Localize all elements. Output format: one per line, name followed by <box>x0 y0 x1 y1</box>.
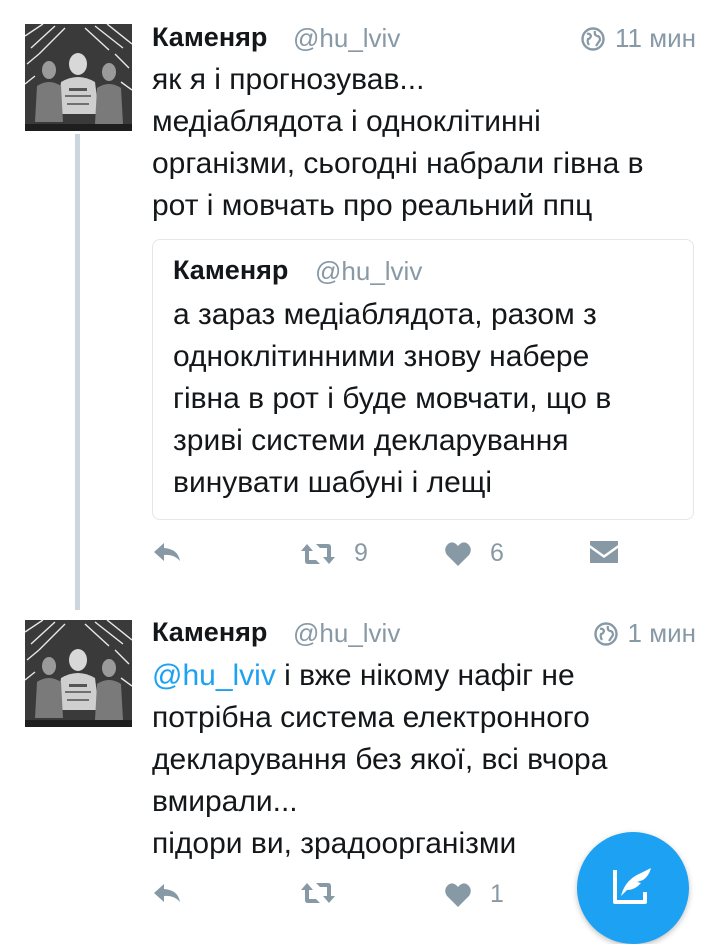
reply-icon <box>152 880 182 906</box>
reply-icon <box>152 539 182 565</box>
like-count: 6 <box>490 539 504 567</box>
tweet-header: Каменяр @hu_lviv 1 мин <box>152 617 696 651</box>
thread-connector-line <box>75 134 80 610</box>
compose-tweet-icon <box>611 866 655 911</box>
globe-icon <box>581 26 605 51</box>
retweet-button[interactable]: 9 <box>300 539 368 568</box>
reply-button[interactable] <box>152 880 182 906</box>
author-handle[interactable]: @hu_lviv <box>293 618 400 649</box>
retweet-button[interactable] <box>300 880 336 906</box>
tweet-timestamp[interactable]: 11 мин <box>581 23 696 54</box>
author-name[interactable]: Каменяр <box>152 22 267 53</box>
globe-icon <box>593 621 618 646</box>
quoted-author-name: Каменяр <box>173 255 289 285</box>
tweet-header: Каменяр @hu_lviv 11 мин <box>152 22 696 56</box>
author-handle[interactable]: @hu_lviv <box>293 23 400 54</box>
time-label: 1 мин <box>627 618 696 648</box>
tweet-actions: 1 <box>152 880 622 920</box>
tweet-actions: 9 6 <box>152 539 622 579</box>
tweet-timestamp[interactable]: 1 мин <box>593 618 696 649</box>
heart-icon <box>444 541 472 567</box>
author-name[interactable]: Каменяр <box>152 617 267 648</box>
retweet-icon <box>300 880 336 906</box>
retweet-icon <box>300 541 336 567</box>
reply-button[interactable] <box>152 539 182 565</box>
time-label: 11 мин <box>615 23 696 53</box>
quoted-tweet-card[interactable]: Каменяр @hu_lviv а зараз медіаблядота, р… <box>152 239 694 520</box>
quoted-author-handle: @hu_lviv <box>315 256 423 286</box>
tweet-text: як я і прогнозував... медіаблядота і одн… <box>152 63 644 222</box>
avatar[interactable] <box>25 620 132 727</box>
direct-message-button[interactable] <box>590 539 618 565</box>
like-count: 1 <box>490 880 504 908</box>
like-button[interactable]: 1 <box>444 880 504 909</box>
compose-tweet-button[interactable] <box>577 832 689 944</box>
like-button[interactable]: 6 <box>444 539 504 568</box>
tweet-text: @hu_lviv і вже нікому нафіг не потрібна … <box>152 655 697 865</box>
direct-message-icon <box>590 539 618 565</box>
retweet-count: 9 <box>354 539 368 567</box>
quoted-tweet-text: а зараз медіаблядота, разом з одноклітин… <box>173 298 612 499</box>
mention-link[interactable]: @hu_lviv <box>152 659 276 692</box>
avatar[interactable] <box>25 24 132 131</box>
heart-icon <box>444 882 472 908</box>
